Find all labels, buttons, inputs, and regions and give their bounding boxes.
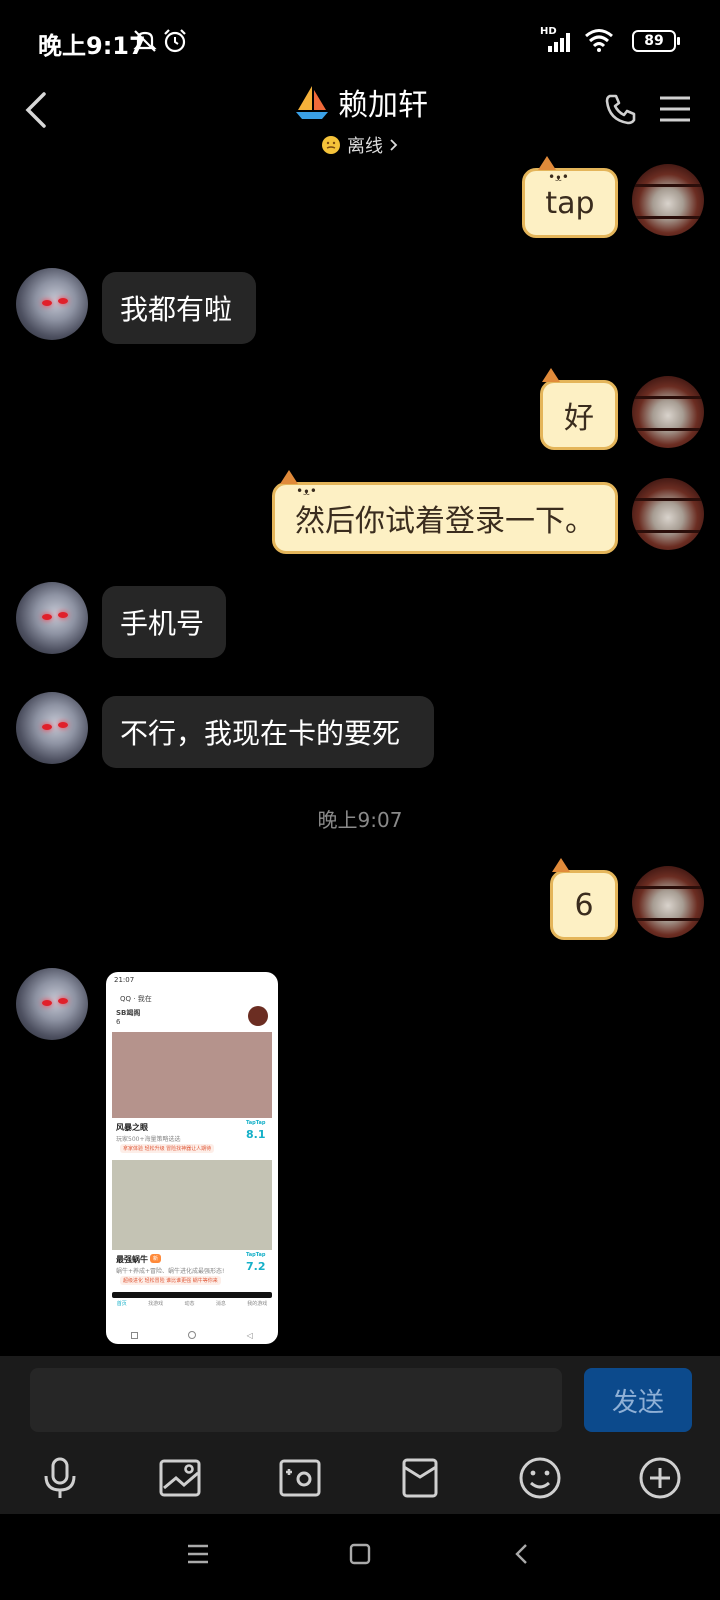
mini-card-score: 7.2 xyxy=(246,1260,266,1273)
message-text: 6 xyxy=(574,887,594,923)
my-message-bubble[interactable]: tap xyxy=(522,168,618,238)
input-toolbar xyxy=(0,1448,720,1508)
mini-nav-item: 我的游戏 xyxy=(247,1301,268,1307)
send-button[interactable]: 发送 xyxy=(584,1368,692,1432)
cat-ear-decoration xyxy=(552,858,570,872)
camera-icon[interactable] xyxy=(270,1448,330,1508)
menu-button[interactable] xyxy=(658,94,692,128)
message-text: 好 xyxy=(564,401,594,436)
message-input[interactable] xyxy=(30,1368,562,1432)
mini-card-score: 8.1 xyxy=(246,1128,266,1141)
my-message-bubble[interactable]: 好 xyxy=(540,380,618,450)
cat-face-decoration: •ᴥ• xyxy=(296,484,317,498)
mini-nav: 首页 找游戏 动态 消息 我的游戏 xyxy=(106,1300,278,1326)
status-time: 晚上9:17 xyxy=(38,32,146,60)
status-emoji-icon xyxy=(322,136,340,154)
mini-card-tag: 超级进化 轻松冒险 谁比谁更强 蜗牛等你来 xyxy=(120,1276,221,1285)
mini-card-badge: 新 xyxy=(150,1254,162,1263)
mini-card-title: 风暴之眼 xyxy=(116,1123,148,1132)
mini-card-tag: 拿家体验 轻松升级 冒险找神器让人期待 xyxy=(120,1144,215,1153)
mini-card-image xyxy=(112,1160,272,1250)
mini-card-image xyxy=(112,1032,272,1118)
my-message-bubble[interactable]: 6 xyxy=(550,870,618,940)
mini-card-title: 最强蜗牛 xyxy=(116,1255,148,1264)
my-avatar[interactable] xyxy=(632,164,704,236)
message-text: 我都有啦 xyxy=(120,293,233,326)
my-avatar[interactable] xyxy=(632,376,704,448)
mini-brand: TapTap xyxy=(246,1252,266,1258)
back-icon[interactable] xyxy=(512,1542,532,1570)
mini-nav-item: 动态 xyxy=(184,1301,195,1307)
mini-avatar xyxy=(248,1006,268,1026)
cat-ear-decoration xyxy=(280,470,298,484)
contact-message-bubble[interactable]: 不行，我现在卡的要死 xyxy=(102,696,434,768)
cat-ear-decoration xyxy=(542,368,560,382)
mini-card-subtitle: 蜗牛+养成+冒险、蜗牛进化成最强形态! xyxy=(116,1268,225,1275)
image-message[interactable]: 21:07 QQ · 我在 SB竭阁 6 风暴之眼 玩家500+海量策略选选 拿… xyxy=(106,972,278,1344)
image-icon[interactable] xyxy=(150,1448,210,1508)
my-avatar[interactable] xyxy=(632,478,704,550)
contact-message-bubble[interactable]: 手机号 xyxy=(102,586,226,658)
alarm-icon xyxy=(162,28,188,58)
message-text: 手机号 xyxy=(120,607,205,640)
contact-avatar[interactable] xyxy=(16,968,88,1040)
cat-face-decoration: •ᴥ• xyxy=(548,170,569,184)
message-timestamp: 晚上9:07 xyxy=(317,808,403,832)
chat-header: 赖加轩 离线 xyxy=(0,70,720,157)
wifi-icon xyxy=(584,28,614,56)
mini-nav-item: 消息 xyxy=(215,1301,226,1307)
my-message-bubble[interactable]: 然后你试着登录一下。 xyxy=(272,482,618,554)
contact-status[interactable]: 离线 xyxy=(321,132,399,158)
status-text: 离线 xyxy=(347,136,383,157)
contact-avatar[interactable] xyxy=(16,268,88,340)
call-button[interactable] xyxy=(604,92,638,130)
mini-nav-item: 首页 xyxy=(116,1301,127,1307)
emoji-icon[interactable] xyxy=(510,1448,570,1508)
battery-tip xyxy=(677,37,680,45)
bell-muted-icon xyxy=(132,28,158,58)
plus-icon[interactable] xyxy=(630,1448,690,1508)
message-text: tap xyxy=(545,185,595,221)
my-avatar[interactable] xyxy=(632,866,704,938)
mini-user: QQ · 我在 xyxy=(120,995,152,1003)
mini-system-nav: ◁ xyxy=(106,1328,278,1342)
system-nav-bar xyxy=(0,1514,720,1600)
mini-card-subtitle: 玩家500+海量策略选选 xyxy=(116,1136,181,1143)
phone-icon xyxy=(605,94,636,125)
recent-apps-icon[interactable] xyxy=(186,1542,210,1570)
menu-icon xyxy=(660,96,690,122)
red-packet-icon[interactable] xyxy=(390,1448,450,1508)
contact-message-bubble[interactable]: 我都有啦 xyxy=(102,272,256,344)
mini-header-count: 6 xyxy=(116,1018,121,1026)
contact-avatar[interactable] xyxy=(16,582,88,654)
contact-avatar[interactable] xyxy=(16,692,88,764)
mini-header: SB竭阁 xyxy=(116,1009,141,1017)
mini-status-time: 21:07 xyxy=(114,976,135,984)
cat-ear-decoration xyxy=(538,156,556,170)
mini-divider xyxy=(112,1292,272,1298)
microphone-icon[interactable] xyxy=(30,1448,90,1508)
battery-icon: 89 xyxy=(632,30,676,52)
sailboat-icon xyxy=(296,86,328,119)
mini-brand: TapTap xyxy=(246,1120,266,1126)
input-area: 发送 xyxy=(0,1356,720,1514)
signal-icon xyxy=(548,32,574,56)
contact-title: 赖加轩 xyxy=(292,80,428,124)
message-text: 然后你试着登录一下。 xyxy=(295,504,595,539)
contact-name: 赖加轩 xyxy=(338,88,428,123)
chevron-right-icon xyxy=(390,139,398,151)
message-text: 不行，我现在卡的要死 xyxy=(120,717,401,750)
mini-nav-item: 找游戏 xyxy=(148,1301,164,1307)
home-icon[interactable] xyxy=(348,1542,372,1570)
